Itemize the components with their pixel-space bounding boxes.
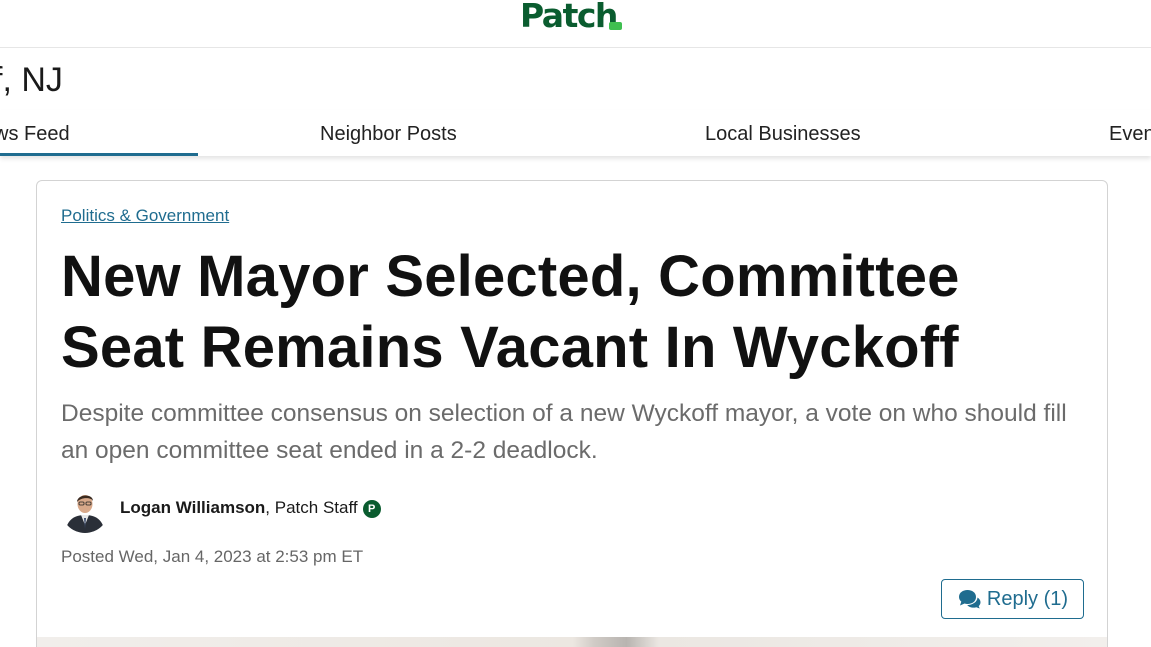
author-name[interactable]: Logan Williamson	[120, 498, 265, 517]
posted-timestamp: Posted Wed, Jan 4, 2023 at 2:53 pm ET	[61, 547, 364, 566]
active-tab-indicator	[0, 153, 198, 156]
patch-logo[interactable]: Patch	[520, 0, 618, 34]
section-nav: ws Feed Neighbor Posts Local Businesses …	[0, 110, 1151, 156]
tab-neighbor-posts[interactable]: Neighbor Posts	[320, 122, 457, 146]
reply-button[interactable]: Reply (1)	[941, 579, 1084, 619]
town-title: f, NJ	[0, 61, 63, 99]
patch-staff-badge-icon: P	[362, 500, 381, 518]
tab-local-businesses[interactable]: Local Businesses	[705, 122, 861, 146]
author-role: Patch Staff	[274, 498, 358, 517]
byline-separator: ,	[265, 498, 271, 517]
category-link[interactable]: Politics & Government	[61, 206, 229, 226]
tab-events[interactable]: Even	[1109, 122, 1151, 146]
reply-label: Reply (1)	[986, 587, 1069, 610]
article-headline: New Mayor Selected, Committee Seat Remai…	[61, 244, 960, 380]
author-avatar[interactable]	[61, 485, 109, 533]
article-summary: Despite committee consensus on selection…	[61, 400, 1067, 464]
tab-news-feed[interactable]: ws Feed	[0, 122, 70, 146]
top-header: Patch	[0, 0, 1151, 48]
logo-mark-icon	[609, 22, 622, 30]
article-card: Politics & Government New Mayor Selected…	[36, 180, 1108, 647]
article-hero-image	[37, 637, 1107, 647]
comments-icon	[957, 589, 981, 609]
byline: Logan Williamson, Patch Staff P	[120, 498, 381, 518]
